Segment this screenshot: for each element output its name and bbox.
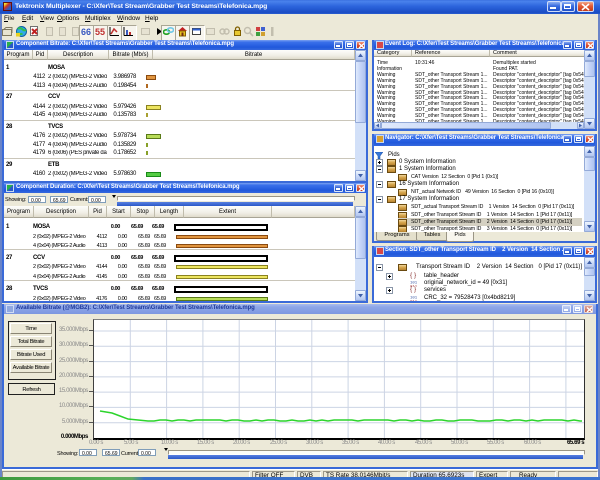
svg-text:66: 66 [81,27,91,37]
svg-text:011: 011 [410,301,418,302]
svg-text:55: 55 [95,27,105,37]
